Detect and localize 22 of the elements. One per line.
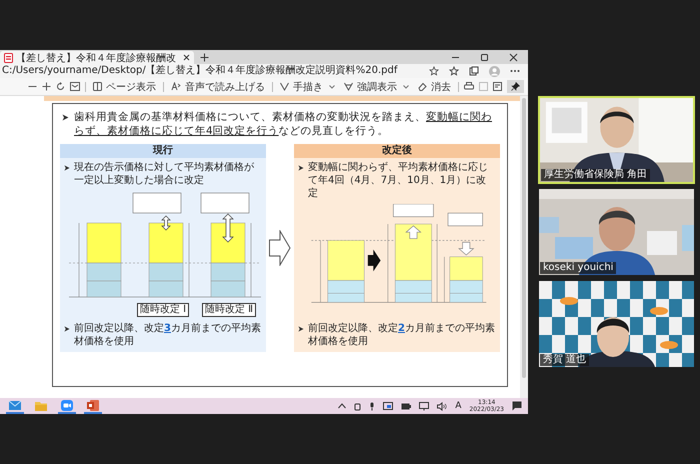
video-tile[interactable]: 秀賀 道也 [538, 280, 695, 368]
participant-name: koseki youichi [540, 262, 616, 274]
intro-text: 歯科用貴金属の基準材料価格について、素材価格の変動状況を踏まえ、変動幅に関わらず、素材価格に応じて年4回改定を行う などの見直しを行う。 [74, 110, 493, 138]
erase-button[interactable]: 消去 [416, 80, 453, 94]
participant-name: 厚生労働省保険局 角田 [541, 169, 650, 181]
revision-label: 随時改定 Ⅰ [136, 303, 190, 317]
read-aloud-button[interactable]: 音声で読み上げる [169, 80, 267, 94]
highlight-button[interactable]: 強調表示 [342, 80, 411, 94]
bullet-text: 現在の告示価格に対して平均素材価格が一定以上変動した場合に改定 [74, 161, 255, 187]
revision-label: 随時改定 Ⅱ [202, 303, 256, 317]
bullet-text: 前回改定以降、改定3カ月前までの平均素材価格を使用 [74, 322, 262, 348]
panel-title: 現行 [60, 144, 266, 158]
input-mode-indicator[interactable]: A [455, 401, 462, 411]
panel-title: 改定後 [294, 144, 500, 158]
bullet-text: 変動幅に関わらず、平均素材価格に応じて年4回（4月、7月、10月、1月）に改定 [308, 161, 489, 200]
draw-button[interactable]: 手描き [278, 80, 337, 94]
video-tile[interactable]: koseki youichi [538, 188, 695, 276]
page-view-button[interactable]: ページ表示 [91, 80, 158, 94]
participant-name: 秀賀 道也 [540, 354, 590, 366]
browser-tab[interactable]: 【差し替え】令和４年度診療報酬改 [0, 51, 194, 64]
video-tile[interactable]: 厚生労働省保険局 角田 [538, 96, 695, 184]
bullet-text: 前回改定以降、改定2カ月前までの平均素材価格を使用 [308, 322, 496, 348]
